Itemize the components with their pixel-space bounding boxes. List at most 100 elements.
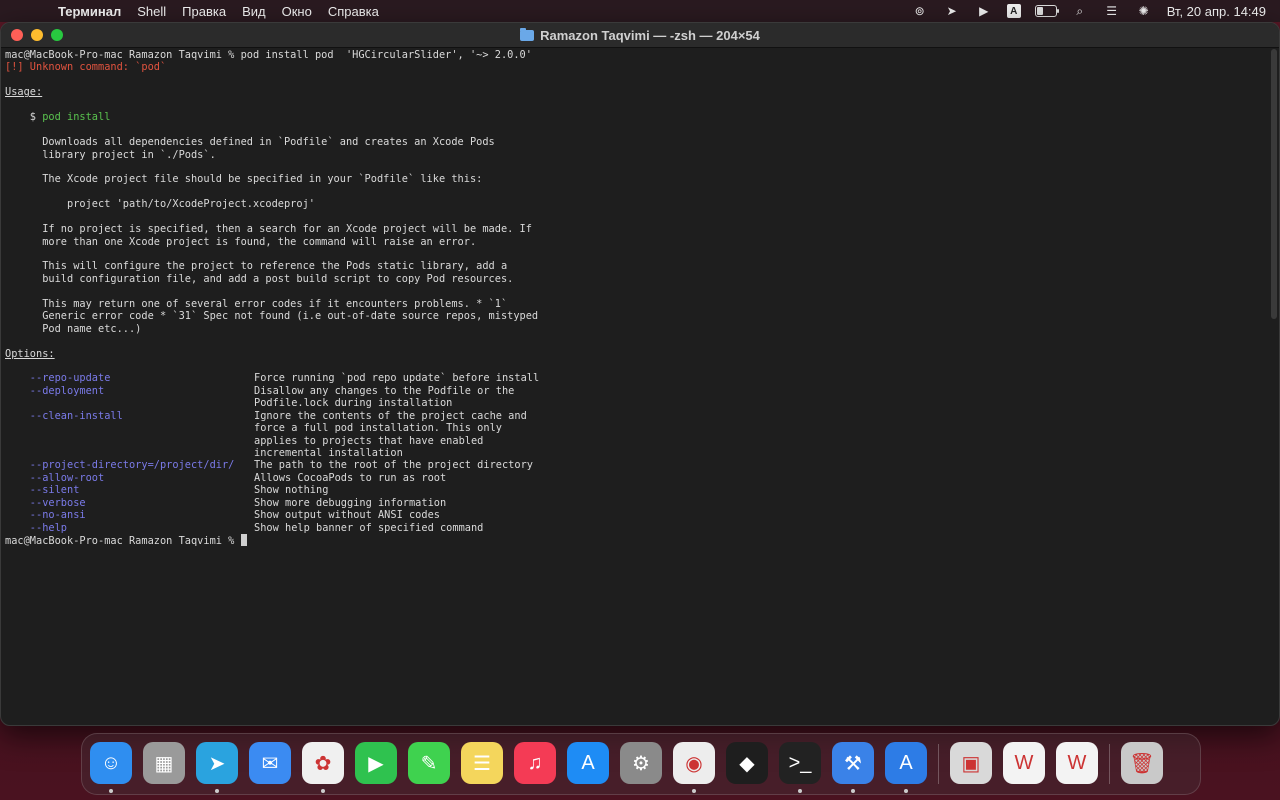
window-title-text: Ramazon Taqvimi — -zsh — 204×54: [540, 27, 760, 43]
scrollbar[interactable]: [1271, 49, 1277, 319]
option-name: --repo-update: [5, 372, 111, 385]
description-line: build configuration file, and add a post…: [5, 273, 1271, 285]
option-description: Allows CocoaPods to run as root: [254, 471, 447, 484]
usage-heading: Usage:: [5, 86, 1271, 98]
description-text: Generic error code * `31` Spec not found…: [5, 310, 539, 323]
description-line: Generic error code * `31` Spec not found…: [5, 310, 1271, 322]
dock-facetime-icon[interactable]: ▶: [355, 742, 397, 784]
option-row: --allow-root Allows CocoaPods to run as r…: [5, 472, 1271, 484]
running-indicator: [321, 789, 325, 793]
menu-view[interactable]: Вид: [242, 4, 266, 19]
dock-notes-icon[interactable]: ☰: [461, 742, 503, 784]
command-line: mac@MacBook-Pro-mac Ramazon Taqvimi % po…: [5, 49, 1271, 61]
dock-xcode-icon[interactable]: ⚒: [832, 742, 874, 784]
title-bar[interactable]: Ramazon Taqvimi — -zsh — 204×54: [1, 23, 1279, 48]
option-row: --silent Show nothing: [5, 484, 1271, 496]
menu-window[interactable]: Окно: [282, 4, 312, 19]
option-description: The path to the root of the project dire…: [254, 459, 533, 472]
description-text: library project in `./Pods`.: [5, 148, 216, 161]
screen-mirroring-icon[interactable]: ⊚: [911, 4, 929, 18]
zoom-button[interactable]: [51, 29, 63, 41]
dock-finder-icon[interactable]: ☺: [90, 742, 132, 784]
options-label: Options:: [5, 347, 55, 360]
dock-mail-icon[interactable]: ✉: [249, 742, 291, 784]
option-name: [5, 435, 254, 447]
menu-edit[interactable]: Правка: [182, 4, 226, 19]
control-center-icon[interactable]: ☰: [1103, 4, 1121, 18]
option-name: --allow-root: [5, 471, 105, 484]
dock-preview-icon[interactable]: ▣: [950, 742, 992, 784]
error-line: [!] Unknown command: `pod`: [5, 61, 1271, 73]
dock-system-preferences-icon[interactable]: ⚙: [620, 742, 662, 784]
option-name: --clean-install: [5, 409, 123, 422]
running-indicator: [904, 789, 908, 793]
running-indicator: [798, 789, 802, 793]
option-name: --project-directory=/project/dir/: [5, 459, 235, 472]
option-description: Ignore the contents of the project cache…: [254, 409, 527, 422]
option-description: applies to projects that have enabled: [254, 434, 484, 447]
description-line: Pod name etc...): [5, 323, 1271, 335]
option-name: [5, 422, 254, 434]
option-name: --verbose: [5, 496, 86, 509]
dock-terminal-icon[interactable]: >_: [779, 742, 821, 784]
dock-figma-icon[interactable]: ◆: [726, 742, 768, 784]
minimize-button[interactable]: [31, 29, 43, 41]
dock-photos-icon[interactable]: ✿: [302, 742, 344, 784]
dock-separator: [1109, 744, 1110, 784]
option-row: --help Show help banner of specified comm…: [5, 522, 1271, 534]
option-description: Show more debugging information: [254, 496, 447, 509]
input-source-icon[interactable]: A: [1006, 4, 1021, 18]
folder-icon: [520, 27, 535, 41]
close-button[interactable]: [11, 29, 23, 41]
window-title: Ramazon Taqvimi — -zsh — 204×54: [1, 27, 1279, 43]
option-row: applies to projects that have enabled: [5, 435, 1271, 447]
description-line: [5, 186, 1271, 198]
menu-help[interactable]: Справка: [328, 4, 379, 19]
play-icon[interactable]: ▶: [975, 4, 993, 18]
prompt-line: mac@MacBook-Pro-mac Ramazon Taqvimi %: [5, 534, 1271, 548]
option-row: force a full pod installation. This only: [5, 422, 1271, 434]
option-description: Disallow any changes to the Podfile or t…: [254, 384, 515, 397]
option-name: --deployment: [5, 384, 105, 397]
description-line: project 'path/to/XcodeProject.xcodeproj': [5, 198, 1271, 210]
dock-wps-office-icon[interactable]: W: [1003, 742, 1045, 784]
terminal-output[interactable]: mac@MacBook-Pro-mac Ramazon Taqvimi % po…: [5, 49, 1271, 725]
description-line: This may return one of several error cod…: [5, 298, 1271, 310]
usage-label: Usage:: [5, 86, 43, 99]
dock-chrome-icon[interactable]: ◉: [673, 742, 715, 784]
search-icon[interactable]: ⌕: [1071, 4, 1089, 18]
dock-music-icon[interactable]: ♫: [514, 742, 556, 784]
dock-telegram-icon[interactable]: ➤: [196, 742, 238, 784]
description-text: This will configure the project to refer…: [5, 260, 508, 273]
running-indicator: [215, 789, 219, 793]
dock-trash-icon[interactable]: 🗑: [1121, 742, 1163, 784]
option-description: Force running `pod repo update` before i…: [254, 372, 540, 385]
option-description: Show output without ANSI codes: [254, 509, 440, 522]
dock-messages-icon[interactable]: ✎: [408, 742, 450, 784]
description-line: [5, 211, 1271, 223]
description-line: library project in `./Pods`.: [5, 149, 1271, 161]
dock-simulator-icon[interactable]: A: [885, 742, 927, 784]
running-indicator: [109, 789, 113, 793]
description-line: This will configure the project to refer…: [5, 260, 1271, 272]
description-text: This may return one of several error cod…: [5, 297, 508, 310]
description-line: The Xcode project file should be specifi…: [5, 173, 1271, 185]
siri-icon[interactable]: ✺: [1135, 4, 1153, 18]
option-row: incremental installation: [5, 447, 1271, 459]
telegram-status-icon[interactable]: ➤: [943, 4, 961, 18]
menu-shell[interactable]: Shell: [137, 4, 166, 19]
dock-app-store-icon[interactable]: A: [567, 742, 609, 784]
prompt-text: mac@MacBook-Pro-mac Ramazon Taqvimi %: [5, 535, 241, 548]
running-indicator: [851, 789, 855, 793]
option-row: --repo-update Force running `pod repo upd…: [5, 372, 1271, 384]
battery-icon[interactable]: [1034, 5, 1059, 17]
menu-clock[interactable]: Вт, 20 апр. 14:49: [1167, 4, 1266, 19]
description-line: more than one Xcode project is found, th…: [5, 236, 1271, 248]
dock-wps-office-2-icon[interactable]: W: [1056, 742, 1098, 784]
menu-terminal[interactable]: Терминал: [58, 4, 121, 19]
dock-launchpad-icon[interactable]: ▦: [143, 742, 185, 784]
dock-separator: [938, 744, 939, 784]
